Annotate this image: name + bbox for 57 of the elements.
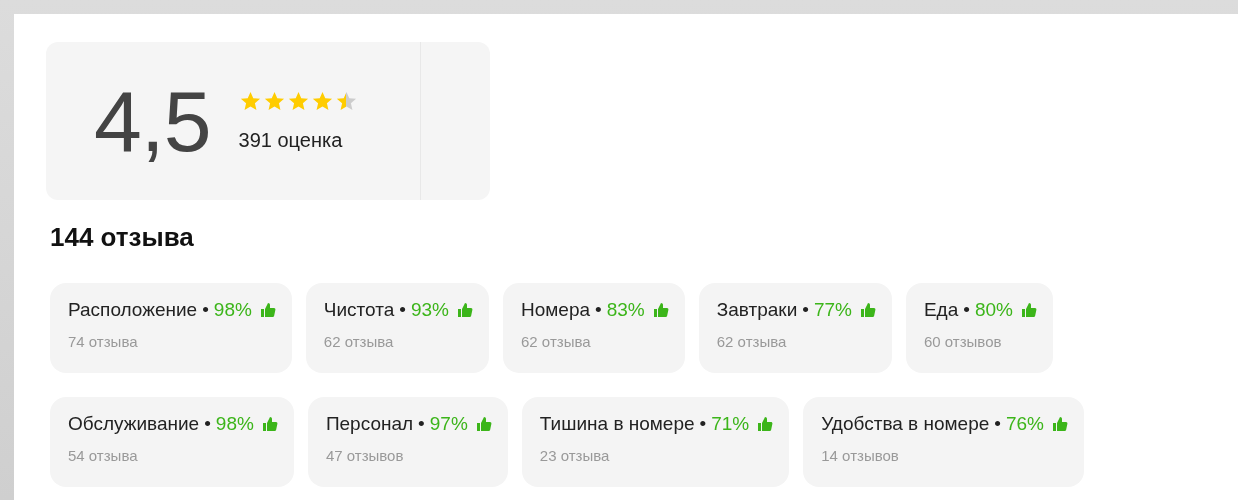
aspect-percent: 97% — [429, 413, 468, 435]
aspect-percent: 80% — [974, 299, 1013, 321]
review-count: 74 отзыва — [68, 333, 139, 350]
separator-dot: • — [802, 299, 809, 321]
review-count: 14 отзывов — [821, 447, 900, 464]
thumbs-up-icon — [757, 416, 774, 432]
thumbs-up-icon — [457, 302, 473, 318]
aspect-chip[interactable]: Завтраки • 77% 62 отзыва — [698, 283, 892, 373]
review-count: 47 отзывов — [325, 447, 405, 464]
aspect-percent: 76% — [1005, 413, 1044, 435]
rating-count: 391 оценка — [238, 129, 344, 152]
aspect-label: Персонал — [325, 413, 414, 435]
aspect-percent: 83% — [606, 299, 645, 321]
aspect-chip[interactable]: Чистота • 93% 62 отзыва — [305, 283, 489, 373]
aspect-chip[interactable]: Персонал • 97% 47 отзывов — [307, 397, 508, 487]
thumbs-up-icon — [261, 416, 278, 432]
separator-dot: • — [204, 413, 211, 435]
aspect-label: Расположение — [68, 299, 198, 321]
aspect-label: Обслуживание — [68, 413, 200, 435]
thumbs-up-icon — [1020, 302, 1037, 318]
aspect-percent: 98% — [215, 413, 254, 435]
review-count: 62 отзыва — [716, 333, 788, 350]
separator-dot: • — [994, 413, 1001, 435]
aspect-chip[interactable]: Тишина в номере • 71% 23 отзыва — [521, 397, 790, 487]
aspect-label: Тишина в номере — [539, 413, 695, 435]
separator-dot: • — [595, 299, 602, 321]
aspect-label: Чистота — [323, 299, 395, 321]
aspect-percent: 71% — [711, 413, 750, 435]
aspect-chip[interactable]: Обслуживание • 98% 54 отзыва — [50, 397, 294, 487]
aspect-label: Номера — [521, 299, 591, 321]
thumbs-up-icon — [1052, 416, 1068, 432]
aspect-percent: 77% — [813, 299, 852, 321]
review-count: 62 отзыва — [323, 333, 395, 350]
separator-dot: • — [418, 413, 425, 435]
aspect-chip[interactable]: Номера • 83% 62 отзыва — [503, 283, 685, 373]
separator-dot: • — [699, 413, 707, 435]
separator-dot: • — [202, 299, 209, 321]
aspect-label: Еда — [923, 299, 959, 321]
thumbs-up-icon — [259, 302, 276, 318]
thumbs-up-icon — [475, 416, 492, 432]
review-count: 23 отзыва — [539, 447, 611, 464]
review-count: 62 отзыва — [521, 333, 592, 350]
reviews-heading: 144 отзыва — [50, 222, 195, 253]
aspect-chip[interactable]: Еда • 80% 60 отзывов — [905, 283, 1053, 373]
review-count: 54 отзыва — [68, 447, 139, 464]
aspect-label: Удобства в номере — [821, 413, 990, 435]
separator-dot: • — [399, 299, 406, 321]
rating-score: 4,5 — [94, 71, 211, 171]
thumbs-up-icon — [652, 302, 669, 318]
thumbs-up-icon — [859, 302, 876, 318]
review-count: 60 отзывов — [923, 333, 1003, 350]
aspect-percent: 93% — [411, 299, 449, 321]
aspect-chip[interactable]: Удобства в номере • 76% 14 отзывов — [803, 397, 1084, 487]
aspect-label: Завтраки — [716, 299, 798, 321]
aspect-chip[interactable]: Расположение • 98% 74 отзыва — [50, 283, 292, 373]
separator-dot: • — [963, 299, 970, 321]
aspect-percent: 98% — [213, 299, 252, 321]
